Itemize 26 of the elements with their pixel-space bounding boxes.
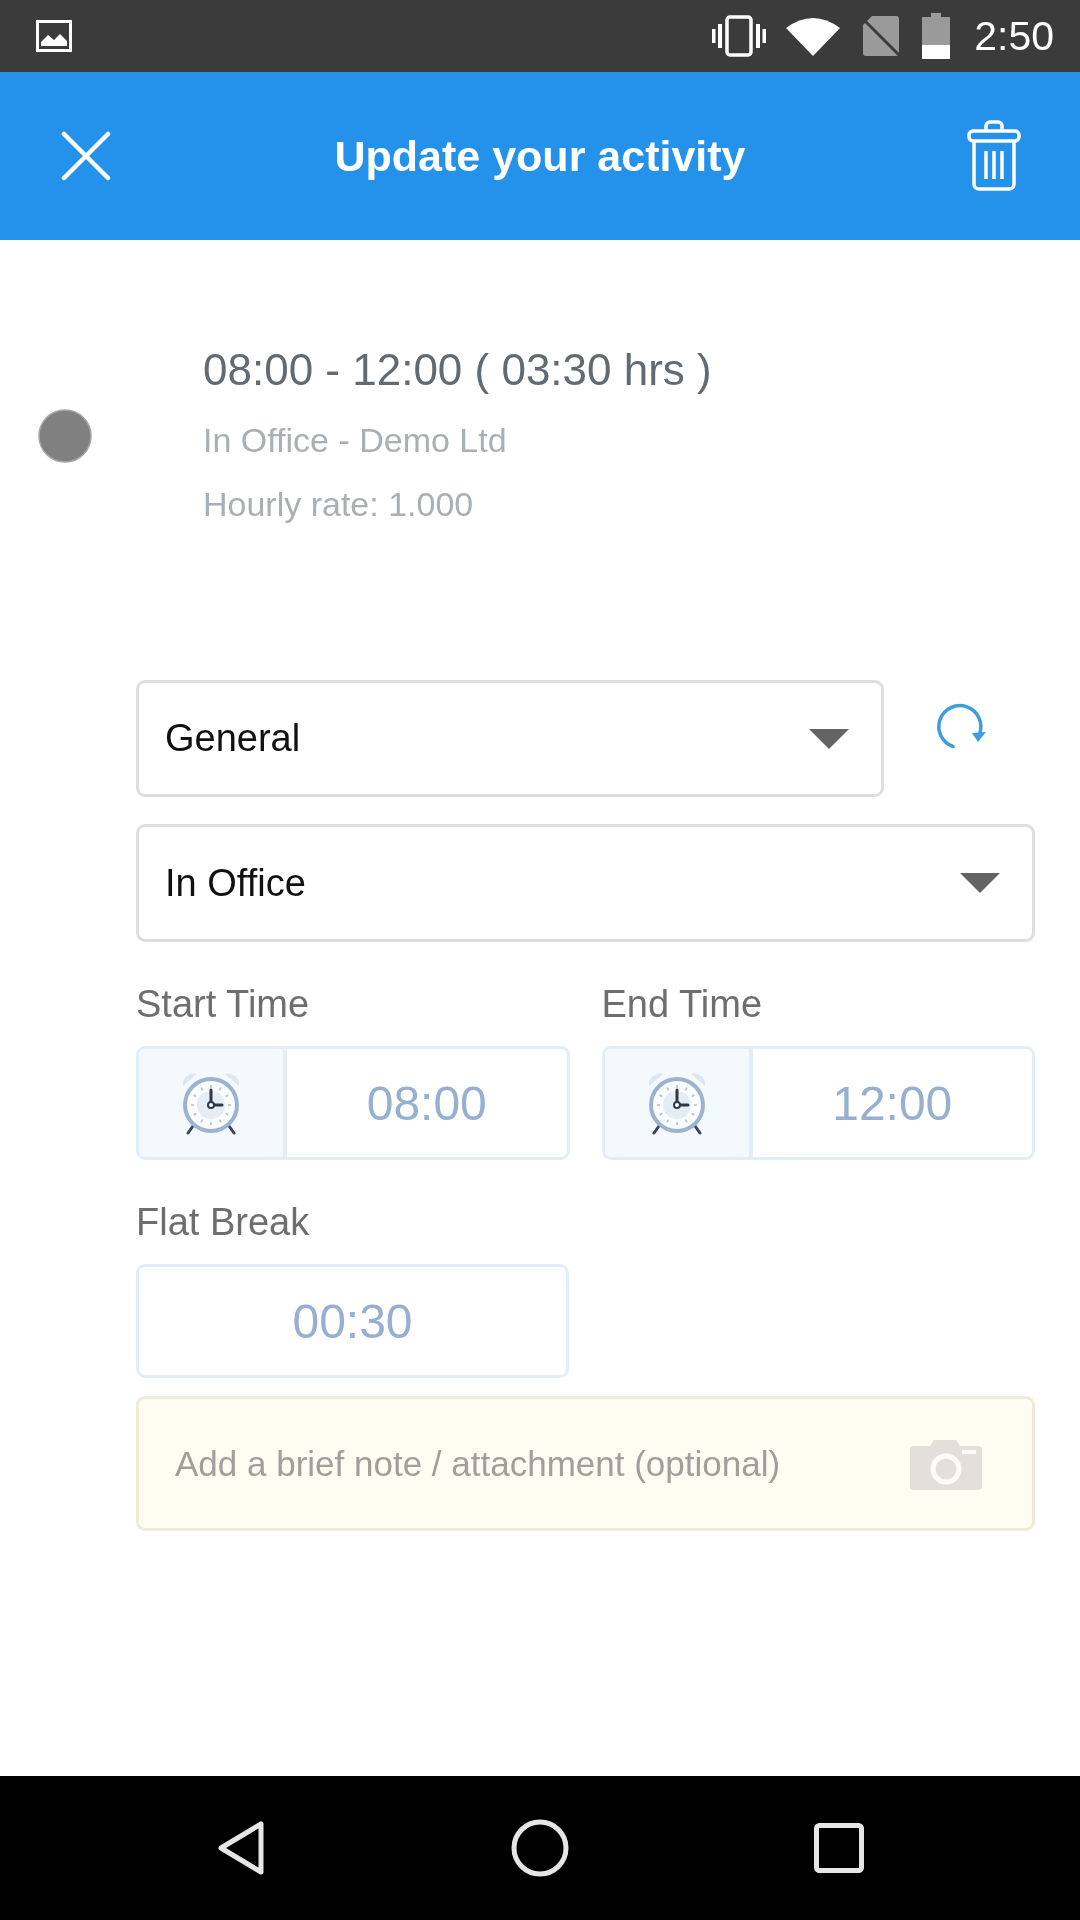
location-text: In Office - Demo Ltd [203,420,508,461]
caret-icon [960,873,1000,893]
hourly-rate-text: Hourly rate: 1.000 [203,484,475,525]
wifi-icon [786,16,841,56]
screen-title: Update your activity [333,131,747,181]
time-range-text: 08:00 - 12:00 ( 03:30 hrs ) [203,344,712,396]
caret-icon [809,728,849,749]
home-icon [511,1819,569,1877]
location-dropdown[interactable]: In Office [136,824,1035,942]
field-label: End Time [601,982,764,1026]
back-icon [217,1820,265,1876]
battery-icon [922,13,951,59]
image-icon [36,20,72,52]
recents-icon [814,1823,864,1873]
close-icon [61,131,111,181]
clock-time: 2:50 [974,12,1054,60]
trash-icon [967,120,1021,192]
status-dot-icon [38,409,92,463]
time-field[interactable]: 12:00 [601,1046,1035,1160]
vibrate-icon [712,15,767,57]
break-time-field[interactable]: 00:30 [136,1264,569,1378]
field-label: Start Time [136,982,311,1026]
note-field[interactable]: Add a brief note / attachment (optional) [136,1396,1035,1531]
time-field[interactable]: 08:00 [136,1046,570,1160]
field-label: Flat Break [136,1200,311,1244]
category-dropdown[interactable]: General [136,680,884,797]
